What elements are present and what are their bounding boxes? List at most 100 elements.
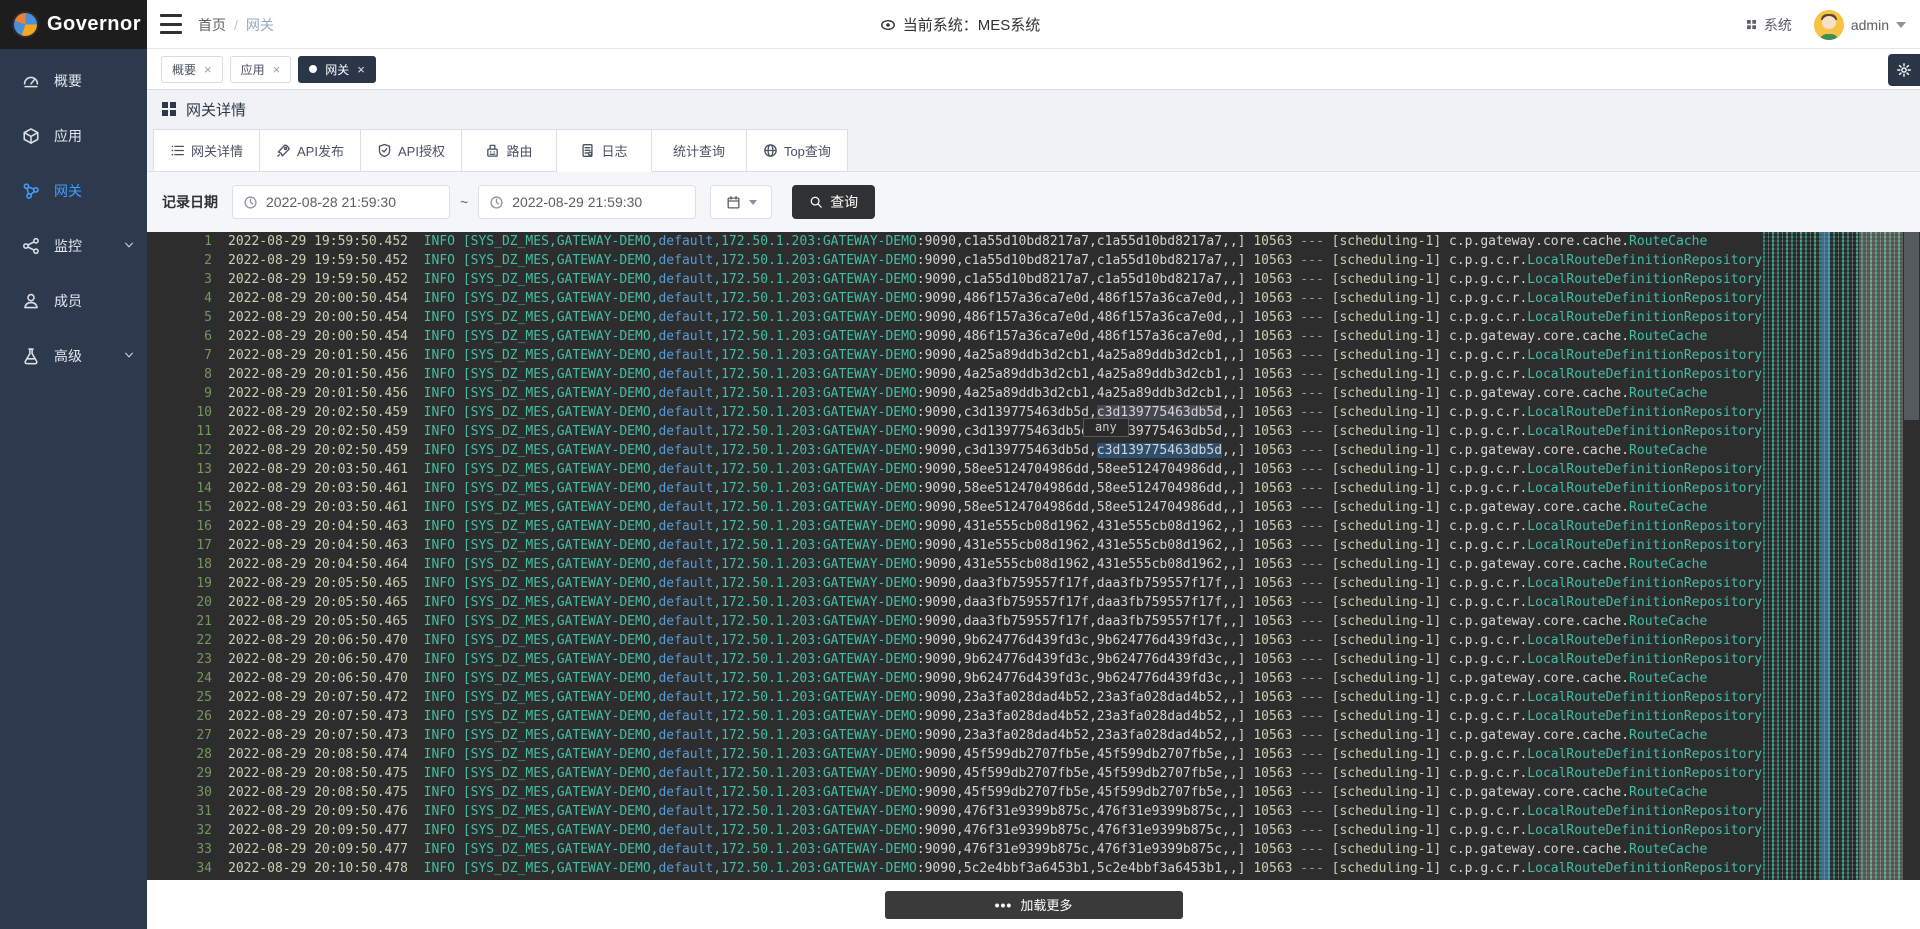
log-viewer: 12022-08-29 19:59:50.452 INFO [SYS_DZ_ME…	[147, 232, 1920, 880]
log-line: 292022-08-29 20:08:50.475 INFO [SYS_DZ_M…	[147, 764, 1920, 783]
tab-log[interactable]: 日志	[557, 129, 652, 172]
close-icon[interactable]: ×	[273, 63, 281, 76]
grid-icon	[1745, 18, 1758, 31]
log-line: 232022-08-29 20:06:50.470 INFO [SYS_DZ_M…	[147, 650, 1920, 669]
scrollbar-thumb[interactable]	[1904, 232, 1919, 420]
route-icon	[485, 143, 500, 158]
system-menu-button[interactable]: 系统	[1745, 15, 1792, 35]
date-preset-dropdown[interactable]	[710, 185, 772, 219]
clock-icon	[489, 195, 504, 210]
sidebar-item-app[interactable]: 应用	[0, 108, 147, 163]
log-line: 192022-08-29 20:05:50.465 INFO [SYS_DZ_M…	[147, 574, 1920, 593]
log-line: 282022-08-29 20:08:50.474 INFO [SYS_DZ_M…	[147, 745, 1920, 764]
log-line: 212022-08-29 20:05:50.465 INFO [SYS_DZ_M…	[147, 612, 1920, 631]
log-line: 112022-08-29 20:02:50.459 INFO [SYS_DZ_M…	[147, 422, 1920, 441]
log-line: 72022-08-29 20:01:50.456 INFO [SYS_DZ_ME…	[147, 346, 1920, 365]
log-line: 32022-08-29 19:59:50.452 INFO [SYS_DZ_ME…	[147, 270, 1920, 289]
main-area: 概要 × 应用 × 网关 × 网关详情 网关详情 API发布 API授权 路由	[147, 49, 1920, 929]
hamburger-icon[interactable]	[160, 14, 182, 34]
log-line: 102022-08-29 20:02:50.459 INFO [SYS_DZ_M…	[147, 403, 1920, 422]
dashboard-icon	[22, 72, 40, 90]
user-name: admin	[1851, 17, 1889, 33]
gateway-icon	[22, 182, 40, 200]
search-icon	[809, 195, 823, 209]
open-tab-chip-overview[interactable]: 概要 ×	[161, 56, 223, 83]
tab-top[interactable]: Top查询	[747, 129, 848, 172]
section-title-row: 网关详情	[147, 90, 1920, 128]
log-line: 62022-08-29 20:00:50.454 INFO [SYS_DZ_ME…	[147, 327, 1920, 346]
calendar-icon	[726, 195, 741, 210]
log-line: 132022-08-29 20:03:50.461 INFO [SYS_DZ_M…	[147, 460, 1920, 479]
log-line: 252022-08-29 20:07:50.472 INFO [SYS_DZ_M…	[147, 688, 1920, 707]
current-system-label: 当前系统：MES系统	[903, 14, 1041, 35]
ellipsis-icon: •••	[995, 900, 1013, 910]
log-line: 172022-08-29 20:04:50.463 INFO [SYS_DZ_M…	[147, 536, 1920, 555]
gear-icon	[1896, 62, 1912, 78]
log-line: 302022-08-29 20:08:50.475 INFO [SYS_DZ_M…	[147, 783, 1920, 802]
vertical-scrollbar[interactable]	[1903, 232, 1920, 880]
close-icon[interactable]: ×	[204, 63, 212, 76]
tab-auth[interactable]: API授权	[361, 129, 462, 172]
open-tab-chip-gateway[interactable]: 网关 ×	[298, 56, 376, 83]
app-icon	[22, 127, 40, 145]
caret-down-icon	[749, 200, 757, 205]
filter-bar: 记录日期 ~ 查询	[147, 172, 1920, 232]
end-date-input[interactable]	[478, 185, 696, 219]
app-root: Governor 首页 / 网关 当前系统：MES系统 系统 admin	[0, 0, 1920, 929]
logo-text: Governor	[47, 13, 141, 36]
settings-gear-button[interactable]	[1888, 54, 1920, 86]
member-icon	[22, 292, 40, 310]
clock-icon	[243, 195, 258, 210]
top-header: Governor 首页 / 网关 当前系统：MES系统 系统 admin	[0, 0, 1920, 49]
close-icon[interactable]: ×	[357, 63, 365, 76]
log-line: 222022-08-29 20:06:50.470 INFO [SYS_DZ_M…	[147, 631, 1920, 650]
tab-route[interactable]: 路由	[462, 129, 557, 172]
log-line: 22022-08-29 19:59:50.452 INFO [SYS_DZ_ME…	[147, 251, 1920, 270]
sidebar-item-member[interactable]: 成员	[0, 273, 147, 328]
date-range-label: 记录日期	[162, 192, 218, 212]
log-icon	[580, 143, 595, 158]
monitor-icon	[22, 237, 40, 255]
end-date-value[interactable]	[512, 194, 685, 210]
breadcrumb-home[interactable]: 首页	[198, 15, 226, 35]
log-line: 12022-08-29 19:59:50.452 INFO [SYS_DZ_ME…	[147, 232, 1920, 251]
editor-tooltip: any	[1083, 418, 1129, 437]
minimap[interactable]	[1763, 232, 1903, 880]
log-line: 242022-08-29 20:06:50.470 INFO [SYS_DZ_M…	[147, 669, 1920, 688]
breadcrumb-separator: /	[234, 17, 238, 33]
tab-publish[interactable]: API发布	[260, 129, 361, 172]
log-line: 272022-08-29 20:07:50.473 INFO [SYS_DZ_M…	[147, 726, 1920, 745]
start-date-input[interactable]	[232, 185, 450, 219]
range-separator: ~	[460, 194, 468, 210]
log-line: 52022-08-29 20:00:50.454 INFO [SYS_DZ_ME…	[147, 308, 1920, 327]
tab-stats[interactable]: 统计查询	[652, 129, 747, 172]
log-line: 312022-08-29 20:09:50.476 INFO [SYS_DZ_M…	[147, 802, 1920, 821]
user-menu-button[interactable]: admin	[1814, 10, 1906, 40]
log-line: 92022-08-29 20:01:50.456 INFO [SYS_DZ_ME…	[147, 384, 1920, 403]
load-more-row: ••• 加载更多	[147, 880, 1920, 929]
log-line: 322022-08-29 20:09:50.477 INFO [SYS_DZ_M…	[147, 821, 1920, 840]
shield-icon	[377, 143, 392, 158]
avatar	[1814, 10, 1844, 40]
load-more-button[interactable]: ••• 加载更多	[885, 891, 1183, 919]
log-lines[interactable]: 12022-08-29 19:59:50.452 INFO [SYS_DZ_ME…	[147, 232, 1920, 880]
sidebar-item-gateway[interactable]: 网关	[0, 163, 147, 218]
sidebar-item-overview[interactable]: 概要	[0, 53, 147, 108]
log-line: 142022-08-29 20:03:50.461 INFO [SYS_DZ_M…	[147, 479, 1920, 498]
log-line: 42022-08-29 20:00:50.454 INFO [SYS_DZ_ME…	[147, 289, 1920, 308]
open-tab-chip-app[interactable]: 应用 ×	[230, 56, 292, 83]
log-line: 162022-08-29 20:04:50.463 INFO [SYS_DZ_M…	[147, 517, 1920, 536]
start-date-value[interactable]	[266, 194, 439, 210]
header-right: 系统 admin	[1745, 0, 1906, 49]
sidebar-item-monitor[interactable]: 监控	[0, 218, 147, 273]
eye-icon	[880, 17, 896, 33]
tab-detail[interactable]: 网关详情	[153, 129, 260, 172]
search-button[interactable]: 查询	[792, 185, 875, 219]
current-system: 当前系统：MES系统	[0, 0, 1920, 49]
list-icon	[170, 143, 185, 158]
active-dot	[309, 65, 317, 73]
logo-icon	[12, 11, 39, 38]
page-title: 网关详情	[186, 99, 246, 120]
sidebar-item-advanced[interactable]: 高级	[0, 328, 147, 383]
logo: Governor	[0, 0, 147, 49]
